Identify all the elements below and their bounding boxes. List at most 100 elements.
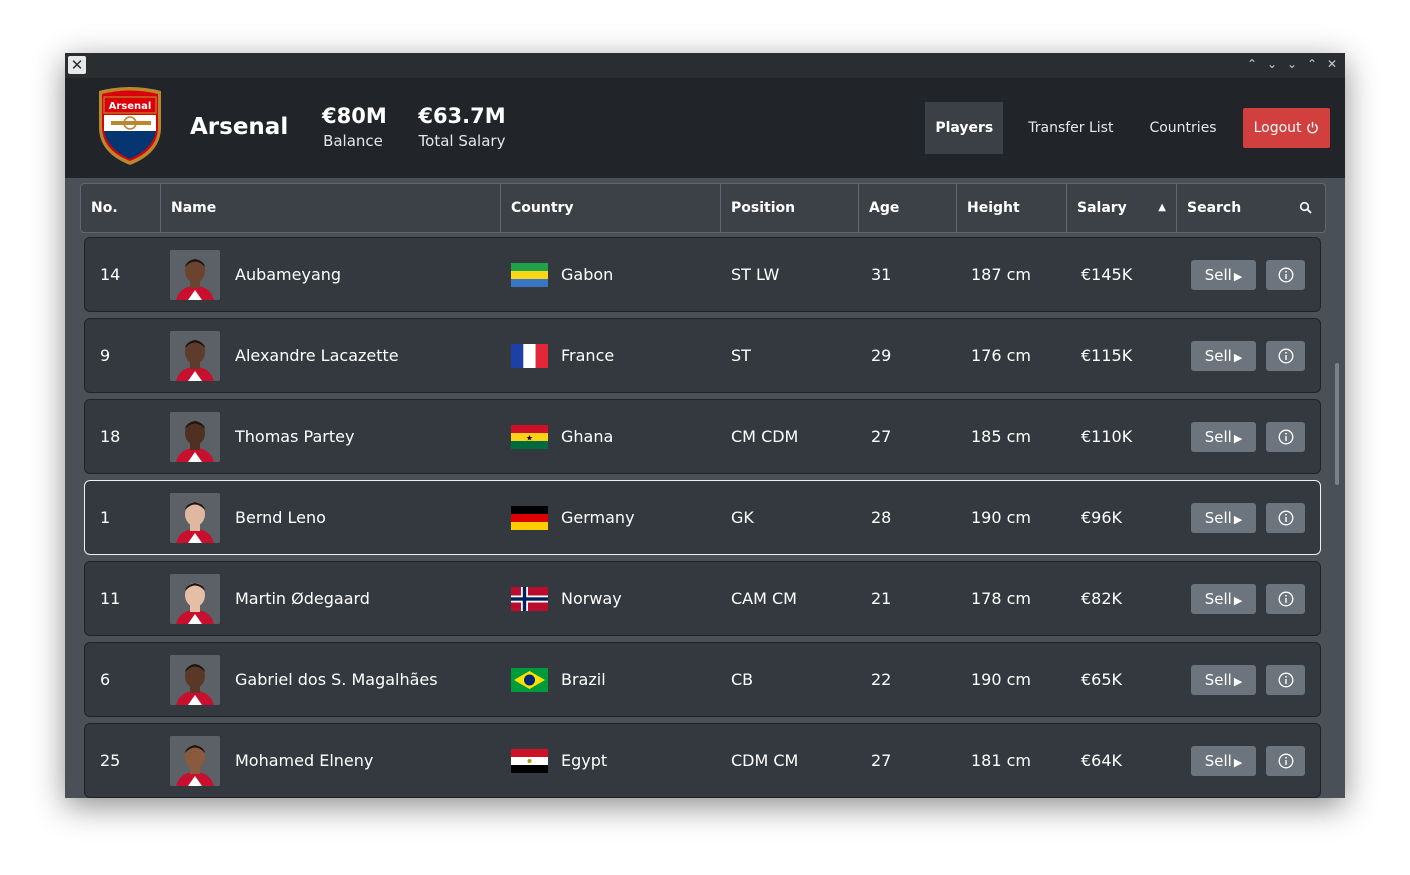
app-header: Arsenal Arsenal €80M Balance €63.7M Tota… [65,78,1345,178]
table-row[interactable]: 18 Thomas Partey ★ Ghana CM CDM 27 185 cm €110K… [84,399,1321,474]
player-avatar [170,493,220,543]
player-number: 11 [100,589,121,608]
player-number: 6 [100,670,111,689]
country-flag-icon [511,506,548,530]
player-avatar [170,331,220,381]
close-icon[interactable]: ✕ [68,56,86,74]
country-flag-icon [511,344,548,368]
col-header-salary[interactable]: Salary ▲ [1067,184,1177,232]
player-number: 25 [100,751,121,770]
player-height: 181 cm [971,751,1032,770]
balance-stat: €80M Balance [322,104,387,150]
table-row[interactable]: 6 Gabriel dos S. Magalhães Brazil CB 22 190 c… [84,642,1321,717]
player-age: 29 [871,346,892,365]
total-salary-label: Total Salary [418,132,506,150]
svg-text:★: ★ [526,434,533,443]
table-row[interactable]: 9 Alexandre Lacazette France ST 29 176 cm €115… [84,318,1321,393]
player-country: Gabon [561,265,614,284]
info-button[interactable] [1266,665,1305,695]
player-country: Brazil [561,670,606,689]
info-button[interactable] [1266,260,1305,290]
sell-button[interactable]: Sell ▶ [1191,665,1256,695]
main-nav: Players Transfer List Countries Logout [925,102,1330,154]
info-button[interactable] [1266,584,1305,614]
table-row[interactable]: 14 Aubameyang Gabon ST LW 31 187 cm €145K Sell ▶ [84,237,1321,312]
player-salary: €65K [1081,670,1123,689]
col-header-no[interactable]: No. [81,184,161,232]
col-header-name[interactable]: Name [161,184,501,232]
sell-button[interactable]: Sell ▶ [1191,584,1256,614]
player-avatar [170,574,220,624]
player-country: France [561,346,615,365]
player-salary: €96K [1081,508,1123,527]
player-country: Norway [561,589,622,608]
info-button[interactable] [1266,341,1305,371]
minimize-icon[interactable]: ⌄ [1285,57,1299,71]
player-height: 190 cm [971,670,1032,689]
players-table: No. Name Country Position Age Height Sal… [65,178,1345,798]
sell-label: Sell [1204,509,1232,527]
table-row[interactable]: 25 Mohamed Elneny Egypt CDM CM 27 181 cm €64K S… [84,723,1321,798]
title-bar: ✕ ⌃ ⌄ ⌄ ⌃ ✕ [65,53,1345,78]
svg-text:Arsenal: Arsenal [109,101,152,112]
logout-button[interactable]: Logout [1242,108,1330,148]
player-name: Gabriel dos S. Magalhães [235,670,438,689]
nav-players[interactable]: Players [925,102,1004,154]
info-icon [1278,267,1294,283]
player-name: Alexandre Lacazette [235,346,399,365]
keep-below-icon[interactable]: ⌄ [1265,57,1279,71]
player-salary: €145K [1081,265,1133,284]
sell-button[interactable]: Sell ▶ [1191,422,1256,452]
play-arrow-icon: ▶ [1233,594,1243,607]
player-position: CDM CM [731,751,799,770]
play-arrow-icon: ▶ [1233,432,1243,445]
table-row[interactable]: 11 Martin Ødegaard Norway CAM CM 21 178 cm €82… [84,561,1321,636]
player-name: Bernd Leno [235,508,326,527]
info-button[interactable] [1266,503,1305,533]
keep-above-icon[interactable]: ⌃ [1245,57,1259,71]
vertical-scrollbar[interactable] [1335,363,1339,485]
col-header-position[interactable]: Position [721,184,859,232]
player-age: 27 [871,751,892,770]
player-age: 28 [871,508,892,527]
sell-label: Sell [1204,347,1232,365]
col-header-height[interactable]: Height [957,184,1067,232]
window-close-icon[interactable]: ✕ [1325,57,1339,71]
table-row[interactable]: 1 Bernd Leno Germany GK 28 190 cm €96K Sell ▶ [84,480,1321,555]
player-salary: €64K [1081,751,1123,770]
player-position: GK [731,508,754,527]
player-age: 21 [871,589,892,608]
info-button[interactable] [1266,746,1305,776]
salary-header-label: Salary [1077,200,1127,216]
sell-button[interactable]: Sell ▶ [1191,503,1256,533]
player-name: Thomas Partey [235,427,355,446]
maximize-icon[interactable]: ⌃ [1305,57,1319,71]
col-header-country[interactable]: Country [501,184,721,232]
player-name: Martin Ødegaard [235,589,370,608]
play-arrow-icon: ▶ [1233,675,1243,688]
info-icon [1278,753,1294,769]
sell-button[interactable]: Sell ▶ [1191,260,1256,290]
search-icon[interactable] [1299,201,1313,215]
col-header-search[interactable]: Search [1177,184,1325,232]
balance-value: €80M [322,104,387,128]
player-avatar [170,250,220,300]
player-country: Egypt [561,751,608,770]
col-header-age[interactable]: Age [859,184,957,232]
player-salary: €82K [1081,589,1123,608]
logout-label: Logout [1253,120,1302,136]
play-arrow-icon: ▶ [1233,513,1243,526]
nav-countries[interactable]: Countries [1131,102,1234,154]
sell-button[interactable]: Sell ▶ [1191,341,1256,371]
player-avatar [170,412,220,462]
nav-transfer-list[interactable]: Transfer List [1010,102,1131,154]
info-button[interactable] [1266,422,1305,452]
player-position: ST LW [731,265,780,284]
sell-button[interactable]: Sell ▶ [1191,746,1256,776]
info-icon [1278,348,1294,364]
player-height: 178 cm [971,589,1032,608]
player-number: 14 [100,265,121,284]
sell-label: Sell [1204,266,1232,284]
total-salary-stat: €63.7M Total Salary [417,104,507,150]
player-name: Aubameyang [235,265,342,284]
